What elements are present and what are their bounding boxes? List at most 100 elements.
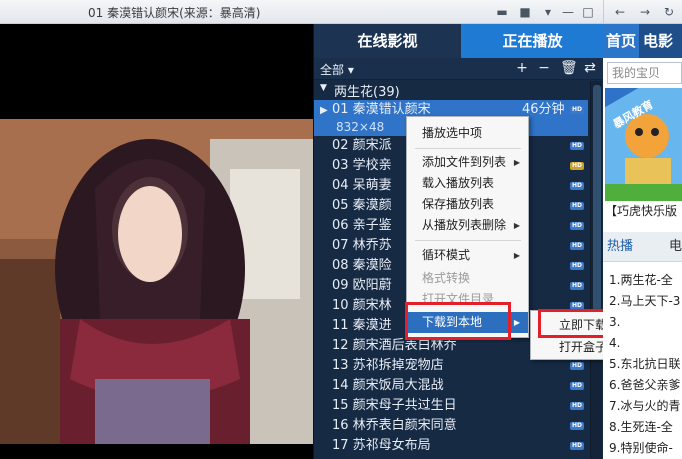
- playlist-group[interactable]: ▼ 两生花(39): [314, 81, 588, 100]
- item-resolution: 832×48: [336, 120, 385, 134]
- sidebar-tabs: 首页 电影: [603, 24, 682, 58]
- item-title: 08 秦漠险: [332, 258, 392, 273]
- playlist-scrollbar[interactable]: [590, 81, 602, 459]
- menu-item-loop-mode[interactable]: 循环模式 ▶: [407, 245, 528, 266]
- window-title: 01 秦漠错认颜宋(来源：暴高清): [88, 6, 261, 20]
- menu-item-label: 从播放列表删除: [422, 218, 507, 232]
- item-title: 05 秦漠颜: [332, 198, 392, 213]
- delete-icon[interactable]: 🗑: [560, 60, 578, 76]
- hd-badge: HD: [570, 222, 584, 230]
- tab-hot[interactable]: 热播: [607, 232, 633, 262]
- item-title: 10 颜宋林: [332, 298, 392, 313]
- menu-item-label: 格式转换: [422, 271, 471, 285]
- menu-item-label: 载入播放列表: [422, 176, 495, 190]
- tab-now-playing[interactable]: 正在播放: [461, 24, 604, 58]
- tab-other[interactable]: 电: [669, 232, 682, 262]
- list-item[interactable]: 15 颜宋母子共过生日 HD: [314, 396, 588, 416]
- remove-icon[interactable]: −: [536, 60, 552, 76]
- list-item[interactable]: 7.冰与火的青: [609, 396, 682, 417]
- hd-badge: HD: [570, 162, 584, 170]
- item-title: 13 苏祁拆掉宠物店: [332, 358, 444, 373]
- group-title: 两生花(39): [334, 85, 400, 100]
- item-title: 17 苏祁母女布局: [332, 438, 431, 453]
- list-item[interactable]: 9.特别使命-: [609, 438, 682, 459]
- list-item[interactable]: 1.两生花-全: [609, 270, 682, 291]
- hd-badge: HD: [570, 382, 584, 390]
- hd-badge: HD: [570, 362, 584, 370]
- hd-badge: HD: [570, 202, 584, 210]
- item-title: 11 秦漠进: [332, 318, 392, 333]
- submenu-arrow-icon: ▶: [513, 251, 520, 260]
- hot-list: 1.两生花-全 2.马上天下-3 3. 4. 5.东北抗日联 6.爸爸父亲爹 7…: [609, 270, 682, 459]
- menu-item-remove-from-playlist[interactable]: 从播放列表删除 ▶: [407, 215, 528, 236]
- submenu-arrow-icon: ▶: [513, 221, 520, 230]
- menu-separator: [415, 148, 521, 149]
- refresh-icon[interactable]: ↻: [660, 3, 678, 21]
- hd-badge: HD: [570, 142, 584, 150]
- menu-item-label: 播放选中项: [422, 126, 483, 140]
- item-title: 14 颜宋饭局大混战: [332, 378, 444, 393]
- video-player[interactable]: [0, 24, 313, 459]
- hd-badge: HD: [570, 282, 584, 290]
- banner-caption[interactable]: 【巧虎快乐版: [605, 202, 677, 219]
- loop-icon[interactable]: ⇄: [582, 60, 598, 76]
- tab-online-video[interactable]: 在线影视: [314, 24, 461, 58]
- menu-item-label: 添加文件到列表: [422, 155, 507, 169]
- hd-badge: HD: [570, 442, 584, 450]
- submenu-arrow-icon: ▶: [513, 318, 520, 327]
- item-title: 15 颜宋母子共过生日: [332, 398, 457, 413]
- menu-separator: [415, 240, 521, 241]
- hd-badge: HD: [570, 262, 584, 270]
- minimize-icon[interactable]: —: [559, 3, 577, 21]
- list-item[interactable]: 8.生死连-全: [609, 417, 682, 438]
- menu-item-format-convert: 格式转换: [407, 268, 528, 289]
- scrollbar-thumb[interactable]: [593, 85, 601, 315]
- message-icon[interactable]: ▬: [493, 3, 511, 21]
- list-item[interactable]: 4.: [609, 333, 682, 354]
- menu-item-add-file[interactable]: 添加文件到列表 ▶: [407, 152, 528, 173]
- hd-badge: HD: [570, 242, 584, 250]
- list-item[interactable]: 3.: [609, 312, 682, 333]
- title-bar: 01 秦漠错认颜宋(来源：暴高清) ▬ ■ ▾ — □ ← → ↻: [0, 0, 682, 24]
- submenu-arrow-icon: ▶: [513, 158, 520, 167]
- list-item[interactable]: 5.东北抗日联: [609, 354, 682, 375]
- sidebar-tab-home[interactable]: 首页: [603, 24, 639, 58]
- hd-badge: HD: [570, 182, 584, 190]
- menu-item-load-playlist[interactable]: 载入播放列表: [407, 173, 528, 194]
- menu-item-save-playlist[interactable]: 保存播放列表: [407, 194, 528, 215]
- item-title: 09 欧阳蔚: [332, 278, 392, 293]
- add-icon[interactable]: +: [514, 60, 530, 76]
- right-sidebar: 首页 电影 我的宝贝 暴风教育 【巧虎快乐版 热播 电 1.两生花-全 2.马上…: [603, 24, 682, 459]
- item-title: 16 林乔表白颜宋同意: [332, 418, 457, 433]
- maximize-icon[interactable]: □: [579, 3, 597, 21]
- menu-item-label: 保存播放列表: [422, 197, 495, 211]
- divider: [603, 0, 604, 24]
- sidebar-rank-tabs: 热播 电: [603, 232, 682, 262]
- forward-arrow-icon[interactable]: →: [636, 3, 654, 21]
- list-item[interactable]: 2.马上天下-3: [609, 291, 682, 312]
- list-item[interactable]: 6.爸爸父亲爹: [609, 375, 682, 396]
- video-frame: [0, 119, 313, 444]
- filter-dropdown[interactable]: 全部 ▾: [320, 61, 354, 78]
- item-title: 06 亲子鉴: [332, 218, 392, 233]
- promo-banner[interactable]: 暴风教育: [605, 88, 682, 201]
- item-title: 07 林乔苏: [332, 238, 392, 253]
- list-item[interactable]: 14 颜宋饭局大混战 HD: [314, 376, 588, 396]
- menu-icon[interactable]: ▾: [539, 3, 557, 21]
- item-title: 03 学校亲: [332, 158, 392, 173]
- sidebar-tab-movie[interactable]: 电影: [643, 24, 673, 58]
- sidebar-search-input[interactable]: 我的宝贝: [607, 62, 682, 84]
- item-title: 04 呆萌妻: [332, 178, 392, 193]
- hd-badge: HD: [570, 106, 584, 114]
- collapse-icon[interactable]: ▼: [320, 83, 327, 93]
- chevron-down-icon: ▾: [347, 63, 354, 77]
- hd-badge: HD: [570, 402, 584, 410]
- menu-item-play-selected[interactable]: 播放选中项: [407, 123, 528, 144]
- skin-icon[interactable]: ■: [516, 3, 534, 21]
- back-arrow-icon[interactable]: ←: [611, 3, 629, 21]
- list-item[interactable]: 17 苏祁母女布局 HD: [314, 436, 588, 456]
- item-title: 02 颜宋派: [332, 138, 392, 153]
- list-item[interactable]: 16 林乔表白颜宋同意 HD: [314, 416, 588, 436]
- hd-badge: HD: [570, 422, 584, 430]
- menu-item-label: 循环模式: [422, 248, 471, 262]
